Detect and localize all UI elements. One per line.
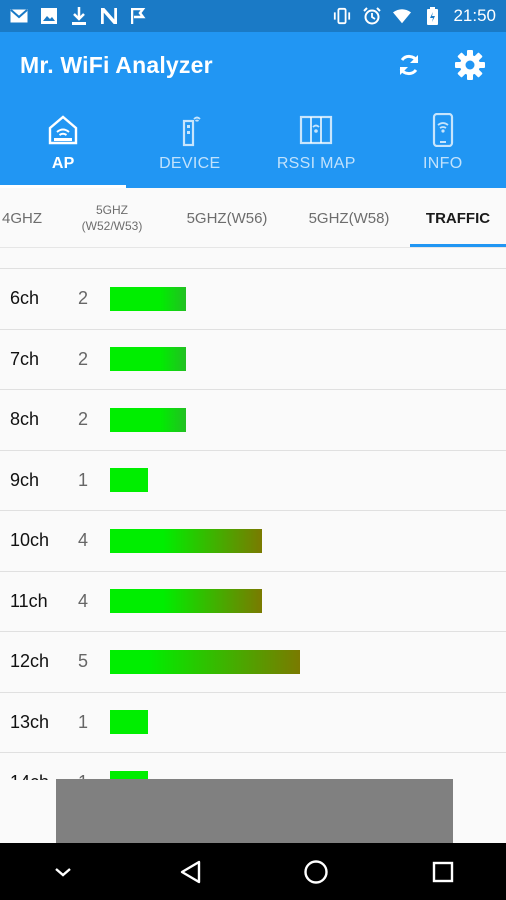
- device-icon: [179, 113, 201, 147]
- channel-label: 6ch: [10, 288, 40, 309]
- band-tab-traffic[interactable]: TRAFFIC: [410, 188, 506, 247]
- traffic-bar: [110, 468, 148, 493]
- traffic-row: 10ch 4: [0, 511, 506, 572]
- status-right-icons: 21:50: [333, 6, 496, 26]
- refresh-icon[interactable]: [394, 50, 424, 80]
- traffic-bar: [110, 347, 186, 372]
- ap-count: 4: [78, 530, 89, 551]
- band-tab-4ghz-label: 4GHZ: [1, 209, 42, 227]
- channel-label: 12ch: [10, 651, 50, 672]
- ap-count: 2: [78, 288, 89, 309]
- phone-info-icon: [432, 113, 454, 147]
- tab-ap[interactable]: AP: [0, 98, 127, 188]
- channel-label: 13ch: [10, 711, 50, 732]
- ap-count: 2: [78, 409, 89, 430]
- band-tab-indicator: [410, 244, 506, 247]
- n-icon: [100, 7, 118, 25]
- band-tab-5ghz-w56[interactable]: 5GHZ(W56): [170, 188, 284, 247]
- ap-count: 2: [78, 348, 89, 369]
- status-bar: 21:50: [0, 0, 506, 32]
- alarm-icon: [363, 7, 382, 25]
- band-tab-5ghz-w52[interactable]: 5GHZ (W52/W53): [64, 188, 160, 247]
- tab-info-label: INFO: [423, 155, 463, 172]
- traffic-row: 7ch 2: [0, 330, 506, 390]
- channel-label: 9ch: [10, 469, 40, 490]
- traffic-row: 13ch 1: [0, 693, 506, 753]
- ap-count: 1: [78, 711, 89, 732]
- battery-icon: [423, 7, 441, 25]
- band-tab-bar: 4GHZ 5GHZ (W52/W53) 5GHZ(W56) 5GHZ(W58) …: [0, 188, 506, 248]
- ap-count: 5: [78, 651, 89, 672]
- traffic-row: 12ch 5: [0, 632, 506, 693]
- traffic-row: 6ch 2: [0, 269, 506, 330]
- band-tab-5ghz-w52-label: 5GHZ: [95, 203, 128, 217]
- flag-icon: [130, 7, 148, 25]
- recents-icon[interactable]: [413, 843, 473, 900]
- traffic-bar: [110, 710, 148, 735]
- ap-count: 1: [78, 469, 89, 490]
- tab-ap-label: AP: [51, 155, 75, 172]
- back-icon[interactable]: [160, 843, 220, 900]
- band-tab-4ghz[interactable]: 4GHZ: [0, 188, 54, 247]
- channel-label: 7ch: [10, 348, 40, 369]
- wifi-icon: [393, 7, 412, 25]
- vibrate-icon: [333, 7, 351, 25]
- band-tab-5ghz-w58-label: 5GHZ(W58): [308, 209, 390, 227]
- traffic-row: 9ch 1: [0, 451, 506, 511]
- tab-device-label: DEVICE: [159, 155, 221, 172]
- channel-label: 14ch: [10, 772, 49, 780]
- main-tab-bar: AP DEVICE RSSI MAP INFO: [0, 98, 506, 188]
- traffic-bar: [110, 649, 300, 674]
- app-bar: Mr. WiFi Analyzer: [0, 32, 506, 98]
- home-icon[interactable]: [286, 843, 346, 900]
- channel-label: 10ch: [10, 530, 50, 551]
- band-tab-5ghz-w52-sub: (W52/W53): [81, 219, 143, 233]
- ap-count: 4: [78, 590, 89, 611]
- ad-banner[interactable]: [56, 779, 453, 843]
- band-tab-5ghz-w56-label: 5GHZ(W56): [186, 209, 268, 227]
- tab-rssi-map-label: RSSI MAP: [276, 155, 356, 172]
- traffic-row: 11ch 4: [0, 572, 506, 632]
- app-actions: [394, 49, 486, 81]
- image-icon: [40, 7, 58, 25]
- traffic-row: 14ch1: [0, 753, 506, 780]
- tab-rssi-map[interactable]: RSSI MAP: [253, 98, 380, 188]
- traffic-row: 8ch 2: [0, 390, 506, 451]
- traffic-bar: [110, 528, 262, 553]
- map-icon: [299, 113, 333, 147]
- settings-icon[interactable]: [454, 49, 486, 81]
- chevron-down-icon[interactable]: [33, 843, 93, 900]
- status-left-icons: [10, 7, 148, 25]
- download-icon: [70, 7, 88, 25]
- band-tab-5ghz-w58[interactable]: 5GHZ(W58): [292, 188, 406, 247]
- app-title: Mr. WiFi Analyzer: [20, 51, 213, 78]
- tab-device[interactable]: DEVICE: [127, 98, 254, 188]
- traffic-bar: [110, 589, 262, 614]
- channel-label: 8ch: [10, 409, 40, 430]
- traffic-bar: [110, 407, 186, 432]
- traffic-list[interactable]: 6ch 2 7ch 2 8ch 2 9ch 1 10ch 4 11ch 4 12ch 5 13ch 1 14ch…: [0, 268, 506, 780]
- tab-info[interactable]: INFO: [380, 98, 506, 188]
- band-tab-traffic-label: TRAFFIC: [425, 209, 491, 227]
- system-nav-bar: [0, 843, 506, 900]
- mail-icon: [10, 7, 28, 25]
- clock: 21:50: [453, 6, 496, 25]
- router-icon: [46, 113, 80, 147]
- traffic-bar: [110, 286, 186, 311]
- channel-label: 11ch: [10, 590, 48, 611]
